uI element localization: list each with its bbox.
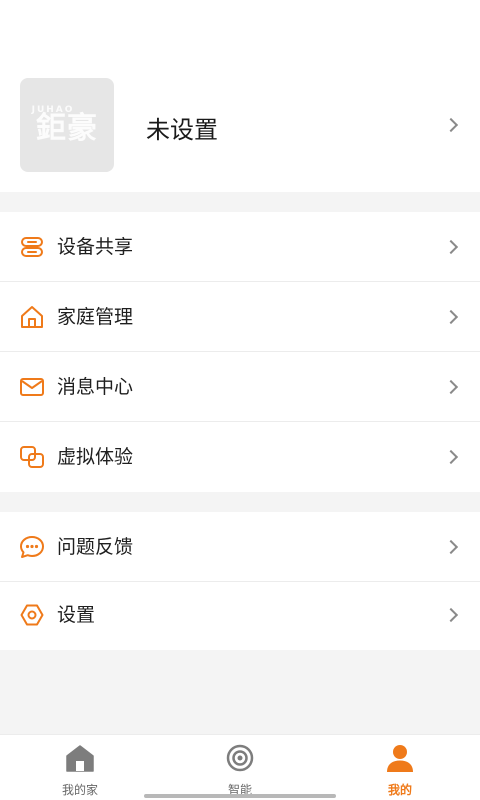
- chevron-right-icon: [443, 379, 459, 395]
- bottom-tab-bar: 我的家 智能 我的: [0, 734, 480, 800]
- menu-group-main: 设备共享 家庭管理 消息中心 虚拟体验: [0, 212, 480, 492]
- menu-item-label: 虚拟体验: [57, 446, 134, 468]
- tab-label: 我的家: [61, 783, 98, 797]
- avatar[interactable]: JUHAO 鉅豪: [20, 78, 114, 172]
- tab-my-home[interactable]: 我的家: [0, 735, 160, 800]
- menu-item-label: 设置: [57, 604, 96, 626]
- chevron-right-icon: [443, 117, 459, 133]
- chat-bubble-icon: [20, 536, 44, 558]
- menu-item-virtual-experience[interactable]: 虚拟体验: [0, 422, 480, 492]
- menu-item-family-management[interactable]: 家庭管理: [0, 282, 480, 352]
- smart-target-icon: [226, 744, 254, 772]
- menu-item-label: 设备共享: [57, 236, 134, 258]
- home-tab-icon: [66, 745, 94, 772]
- home-icon: [21, 306, 43, 328]
- chevron-right-icon: [443, 539, 459, 555]
- menu-item-label: 家庭管理: [57, 306, 134, 328]
- menu-item-label: 问题反馈: [57, 536, 134, 558]
- menu-item-settings[interactable]: 设置: [0, 580, 480, 650]
- chevron-right-icon: [443, 607, 459, 623]
- logo-big-text: 鉅豪: [36, 111, 98, 146]
- hexagon-settings-icon: [20, 604, 44, 626]
- menu-item-feedback[interactable]: 问题反馈: [0, 512, 480, 582]
- profile-name[interactable]: 未设置: [146, 110, 218, 145]
- menu-item-message-center[interactable]: 消息中心: [0, 352, 480, 422]
- menu-item-device-share[interactable]: 设备共享: [0, 212, 480, 282]
- tab-smart[interactable]: 智能: [160, 735, 320, 800]
- chevron-right-icon: [443, 309, 459, 325]
- virtual-experience-icon: [20, 446, 44, 468]
- tab-mine[interactable]: 我的: [320, 735, 480, 800]
- menu-group-support: 问题反馈 设置: [0, 512, 480, 650]
- mail-icon: [20, 378, 44, 396]
- menu-item-label: 消息中心: [57, 376, 134, 398]
- person-icon: [387, 745, 413, 772]
- tab-label: 我的: [387, 783, 412, 797]
- home-indicator: [144, 794, 336, 798]
- chevron-right-icon: [443, 449, 459, 465]
- device-share-icon: [21, 237, 43, 257]
- profile-card[interactable]: JUHAO 鉅豪 未设置: [0, 0, 480, 192]
- chevron-right-icon: [443, 239, 459, 255]
